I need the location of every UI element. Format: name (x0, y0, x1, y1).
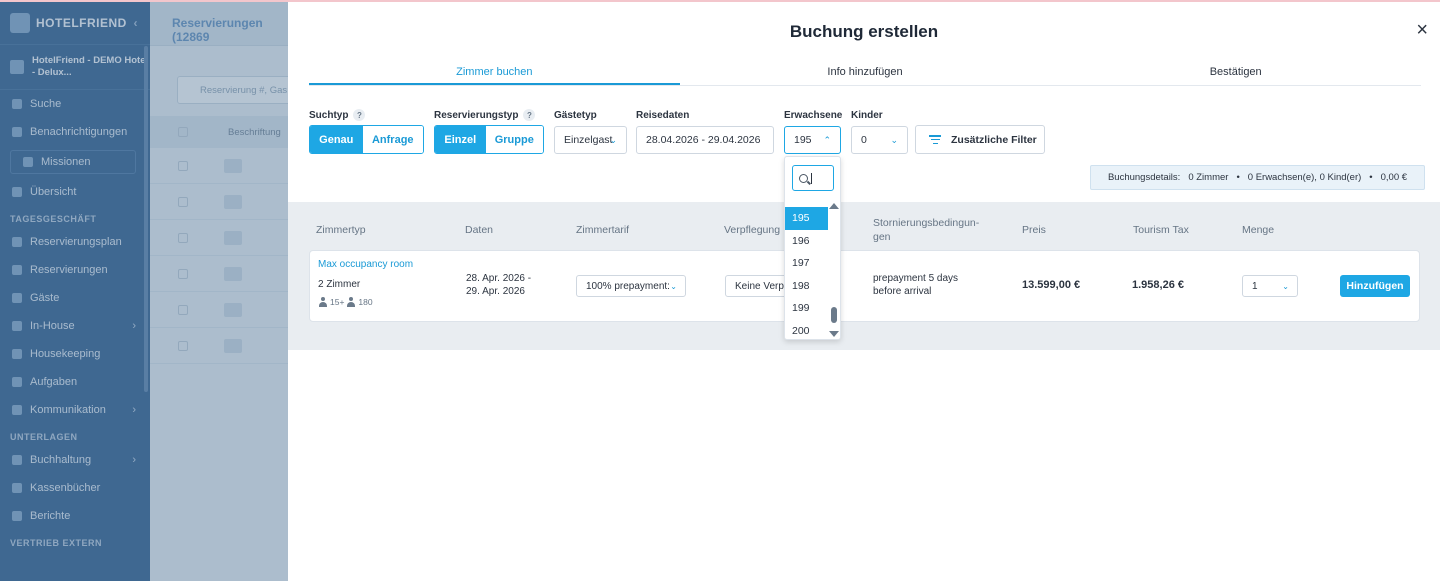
dropdown-option[interactable]: 198 (785, 275, 828, 298)
person-icon (346, 297, 356, 307)
guest-type-select[interactable]: Einzelgast ⌄ (554, 126, 627, 154)
dropdown-option[interactable]: 197 (785, 252, 828, 275)
filter-icon (929, 135, 941, 144)
tab-book-room[interactable]: Zimmer buchen (309, 60, 680, 85)
cancel-line1: prepayment 5 days (873, 273, 959, 284)
occupancy-adults: 15+ (330, 297, 345, 307)
header-cancellation-line2: gen (873, 231, 891, 243)
header-rate: Zimmertarif (576, 224, 630, 236)
header-cancellation: Stornierungsbedingun-gen (873, 216, 979, 244)
modal-title: Buchung erstellen (789, 22, 939, 41)
travel-dates-input[interactable]: 28.04.2026 - 29.04.2026 (636, 126, 774, 154)
label-text: Reservierungstyp (434, 109, 519, 121)
dropdown-scrollbar[interactable] (829, 203, 839, 337)
help-icon[interactable]: ? (353, 109, 366, 121)
text-cursor (811, 172, 812, 184)
rate-value: 100% prepayment: (586, 280, 670, 292)
label-text: Suchtyp (309, 109, 349, 121)
tab-confirm[interactable]: Bestätigen (1050, 60, 1421, 85)
dropdown-option[interactable]: 200 (785, 320, 828, 340)
header-price: Preis (1022, 224, 1046, 236)
search-type-label: Suchtyp? (309, 109, 366, 121)
tax-value: 1.958,26 € (1132, 279, 1184, 291)
date-line1: 28. Apr. 2026 - (466, 273, 532, 284)
board-value: Keine Verpf (735, 280, 787, 292)
cancellation-policy: prepayment 5 days before arrival (873, 272, 958, 298)
reservation-type-label: Reservierungstyp? (434, 109, 536, 121)
chevron-down-icon: ⌄ (609, 134, 617, 145)
quantity-select[interactable]: 1 ⌄ (1242, 275, 1298, 297)
adults-label: Erwachsene (784, 110, 843, 121)
app-root: HOTELFRIEND ‹ HotelFriend - DEMO Hotel -… (0, 0, 1440, 581)
add-button[interactable]: Hinzufügen (1340, 275, 1410, 297)
children-value: 0 (861, 134, 867, 146)
dropdown-option[interactable]: 195 (785, 207, 828, 230)
summary-total: 0,00 € (1380, 172, 1408, 183)
chevron-up-icon: ⌃ (823, 134, 831, 145)
room-offer-row: Max occupancy room 2 Zimmer 15+ 180 28. … (309, 250, 1420, 322)
rate-select[interactable]: 100% prepayment: ⌄ (576, 275, 686, 297)
summary-label: Buchungsdetails: (1107, 172, 1181, 183)
header-cancellation-line1: Stornierungsbedingun- (873, 217, 980, 229)
reservation-type-toggle: Einzel Gruppe (434, 125, 544, 154)
additional-filters-button[interactable]: Zusätzliche Filter (915, 125, 1045, 154)
occupancy-children: 180 (358, 297, 373, 307)
dot-separator: • (1236, 172, 1240, 183)
header-quantity: Menge (1242, 224, 1275, 236)
dropdown-option[interactable]: 199 (785, 297, 828, 320)
close-icon[interactable]: × (1416, 19, 1428, 42)
chevron-down-icon: ⌄ (890, 134, 898, 145)
dropdown-search-input[interactable] (792, 165, 834, 191)
search-type-toggle: Genau Anfrage (309, 125, 424, 154)
children-label: Kinder (851, 110, 883, 121)
search-icon (799, 173, 808, 183)
scroll-down-icon[interactable] (829, 331, 839, 337)
header-dates: Daten (465, 224, 494, 236)
adult-icon (318, 297, 328, 307)
cancel-line2: before arrival (873, 286, 932, 297)
summary-guests: 0 Erwachsen(e), 0 Kind(er) (1247, 172, 1362, 183)
search-type-request[interactable]: Anfrage (362, 126, 423, 153)
help-icon[interactable]: ? (523, 109, 536, 121)
travel-dates-value: 28.04.2026 - 29.04.2026 (646, 134, 761, 146)
reservation-type-group[interactable]: Gruppe (485, 126, 543, 153)
tab-add-info[interactable]: Info hinzufügen (680, 60, 1051, 85)
guest-type-label: Gästetyp (554, 110, 597, 121)
additional-filters-label: Zusätzliche Filter (951, 133, 1037, 146)
date-line2: 29. Apr. 2026 (466, 286, 525, 297)
room-count: 2 Zimmer (318, 279, 361, 290)
booking-summary: Buchungsdetails: 0 Zimmer • 0 Erwachsen(… (1090, 165, 1425, 190)
room-name-link[interactable]: Max occupancy room (318, 259, 413, 270)
summary-rooms: 0 Zimmer (1188, 172, 1229, 183)
modal-backdrop[interactable] (0, 2, 288, 581)
dropdown-option[interactable]: 196 (785, 230, 828, 253)
header-room-type: Zimmertyp (316, 224, 366, 236)
adults-value: 195 (794, 134, 812, 146)
search-type-exact[interactable]: Genau (310, 126, 363, 153)
occupancy: 15+ 180 (318, 297, 373, 307)
dot-separator: • (1369, 172, 1373, 183)
chevron-down-icon: ⌄ (670, 281, 677, 291)
scroll-up-icon[interactable] (829, 203, 839, 209)
quantity-value: 1 (1252, 280, 1258, 292)
reservation-type-single[interactable]: Einzel (435, 126, 486, 153)
header-tax: Tourism Tax (1133, 224, 1189, 236)
header-board: Verpflegung (724, 224, 781, 236)
dates-label: Reisedaten (636, 110, 690, 121)
adults-select[interactable]: 195 ⌃ (784, 126, 841, 154)
price-value: 13.599,00 € (1022, 279, 1081, 291)
create-booking-modal: Buchung erstellen × Zimmer buchen Info h… (288, 2, 1440, 581)
row-dates: 28. Apr. 2026 - 29. Apr. 2026 (466, 272, 531, 298)
chevron-down-icon: ⌄ (1282, 281, 1289, 291)
scroll-thumb[interactable] (831, 307, 837, 323)
children-select[interactable]: 0 ⌄ (851, 126, 908, 154)
dropdown-options: 195 196 197 198 199 200 (785, 207, 828, 340)
adults-dropdown: 195 196 197 198 199 200 (784, 156, 841, 340)
step-tabs: Zimmer buchen Info hinzufügen Bestätigen (309, 60, 1421, 86)
guest-type-value: Einzelgast (564, 134, 613, 146)
